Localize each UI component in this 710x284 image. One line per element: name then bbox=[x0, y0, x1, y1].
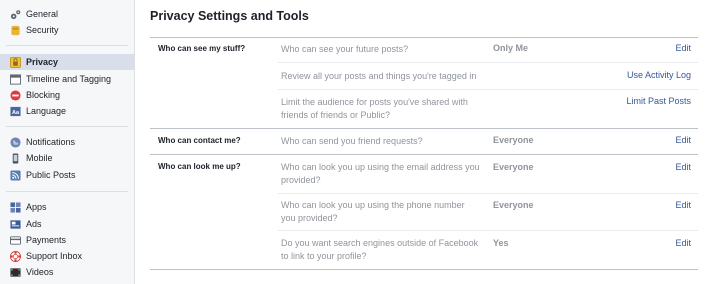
edit-search-engines-link[interactable]: Edit bbox=[675, 238, 691, 248]
sidebar-item-label: Support Inbox bbox=[26, 251, 83, 261]
edit-email-lookup-link[interactable]: Edit bbox=[675, 162, 691, 172]
limit-past-posts-link[interactable]: Limit Past Posts bbox=[626, 96, 691, 106]
sidebar-item-label: Payments bbox=[26, 235, 67, 245]
row-divider bbox=[278, 89, 698, 90]
rss-icon bbox=[10, 169, 21, 181]
sidebar-item-label: Privacy bbox=[26, 57, 59, 67]
apps-icon bbox=[10, 201, 21, 213]
sidebar-item-blocking[interactable]: Blocking bbox=[0, 87, 134, 103]
sidebar-item-label: Ads bbox=[26, 219, 42, 229]
sidebar-divider bbox=[6, 191, 128, 192]
sidebar-divider bbox=[6, 126, 128, 127]
edit-phone-lookup-link[interactable]: Edit bbox=[675, 200, 691, 210]
sidebar-item-language[interactable]: Aa Language bbox=[0, 103, 134, 119]
video-icon bbox=[10, 267, 21, 277]
lock-icon bbox=[10, 56, 21, 68]
sidebar-item-timeline[interactable]: Timeline and Tagging bbox=[0, 71, 134, 87]
sidebar-item-label: Blocking bbox=[26, 90, 61, 100]
settings-sidebar: General Security Privacy Timeline and Ta… bbox=[0, 0, 135, 284]
sidebar-item-label: Mobile bbox=[26, 153, 53, 163]
edit-friend-requests-link[interactable]: Edit bbox=[675, 135, 691, 145]
use-activity-log-link[interactable]: Use Activity Log bbox=[627, 70, 691, 80]
setting-question: Limit the audience for posts you've shar… bbox=[281, 97, 468, 120]
edit-future-posts-link[interactable]: Edit bbox=[675, 43, 691, 53]
row-divider bbox=[278, 193, 698, 194]
setting-question: Who can look you up using the email addr… bbox=[281, 162, 480, 185]
setting-value: Everyone bbox=[493, 200, 534, 210]
globe-icon bbox=[10, 136, 21, 148]
section-divider bbox=[150, 154, 698, 155]
sidebar-item-apps[interactable]: Apps bbox=[0, 199, 134, 215]
language-icon: Aa bbox=[10, 106, 21, 116]
sidebar-item-label: Notifications bbox=[26, 137, 76, 147]
sidebar-item-label: Videos bbox=[26, 267, 54, 277]
sidebar-item-general[interactable]: General bbox=[0, 6, 134, 22]
page-title: Privacy Settings and Tools bbox=[150, 9, 309, 23]
row-divider bbox=[278, 62, 698, 63]
svg-text:Aa: Aa bbox=[12, 109, 20, 115]
timeline-icon bbox=[10, 73, 21, 85]
setting-question: Who can see your future posts? bbox=[281, 44, 409, 54]
sidebar-item-security[interactable]: Security bbox=[0, 22, 134, 38]
sidebar-item-label: Security bbox=[26, 25, 59, 35]
setting-value: Everyone bbox=[493, 135, 534, 145]
setting-question: Who can look you up using the phone numb… bbox=[281, 200, 465, 223]
section-divider bbox=[150, 269, 698, 270]
sidebar-item-label: Apps bbox=[26, 202, 47, 212]
sidebar-divider bbox=[6, 45, 128, 46]
setting-value: Yes bbox=[493, 238, 509, 248]
section-divider bbox=[150, 128, 698, 129]
block-icon bbox=[10, 89, 21, 101]
lifebuoy-icon bbox=[10, 250, 21, 262]
section-label: Who can contact me? bbox=[158, 136, 241, 145]
sidebar-item-videos[interactable]: Videos bbox=[0, 264, 134, 280]
setting-question: Review all your posts and things you're … bbox=[281, 71, 477, 81]
setting-value: Everyone bbox=[493, 162, 534, 172]
gear-icon bbox=[10, 9, 21, 19]
sidebar-item-privacy[interactable]: Privacy bbox=[0, 54, 134, 70]
section-divider bbox=[150, 37, 698, 38]
sidebar-item-label: Timeline and Tagging bbox=[26, 74, 112, 84]
sidebar-item-public-posts[interactable]: Public Posts bbox=[0, 167, 134, 183]
sidebar-item-payments[interactable]: Payments bbox=[0, 232, 134, 248]
sidebar-item-label: Language bbox=[26, 106, 67, 116]
setting-value: Only Me bbox=[493, 43, 529, 53]
section-label: Who can see my stuff? bbox=[158, 44, 246, 53]
sidebar-item-label: General bbox=[26, 9, 59, 19]
mobile-icon bbox=[12, 152, 19, 164]
sidebar-item-notifications[interactable]: Notifications bbox=[0, 134, 134, 150]
setting-question: Do you want search engines outside of Fa… bbox=[281, 238, 479, 261]
sidebar-item-label: Public Posts bbox=[26, 170, 76, 180]
ads-icon bbox=[10, 219, 21, 229]
setting-question: Who can send you friend requests? bbox=[281, 136, 423, 146]
shield-icon bbox=[11, 25, 20, 35]
sidebar-item-ads[interactable]: Ads bbox=[0, 216, 134, 232]
row-divider bbox=[278, 230, 698, 231]
section-label: Who can look me up? bbox=[158, 162, 241, 171]
sidebar-item-support-inbox[interactable]: Support Inbox bbox=[0, 248, 134, 264]
sidebar-item-mobile[interactable]: Mobile bbox=[0, 150, 134, 166]
payments-icon bbox=[10, 235, 21, 245]
